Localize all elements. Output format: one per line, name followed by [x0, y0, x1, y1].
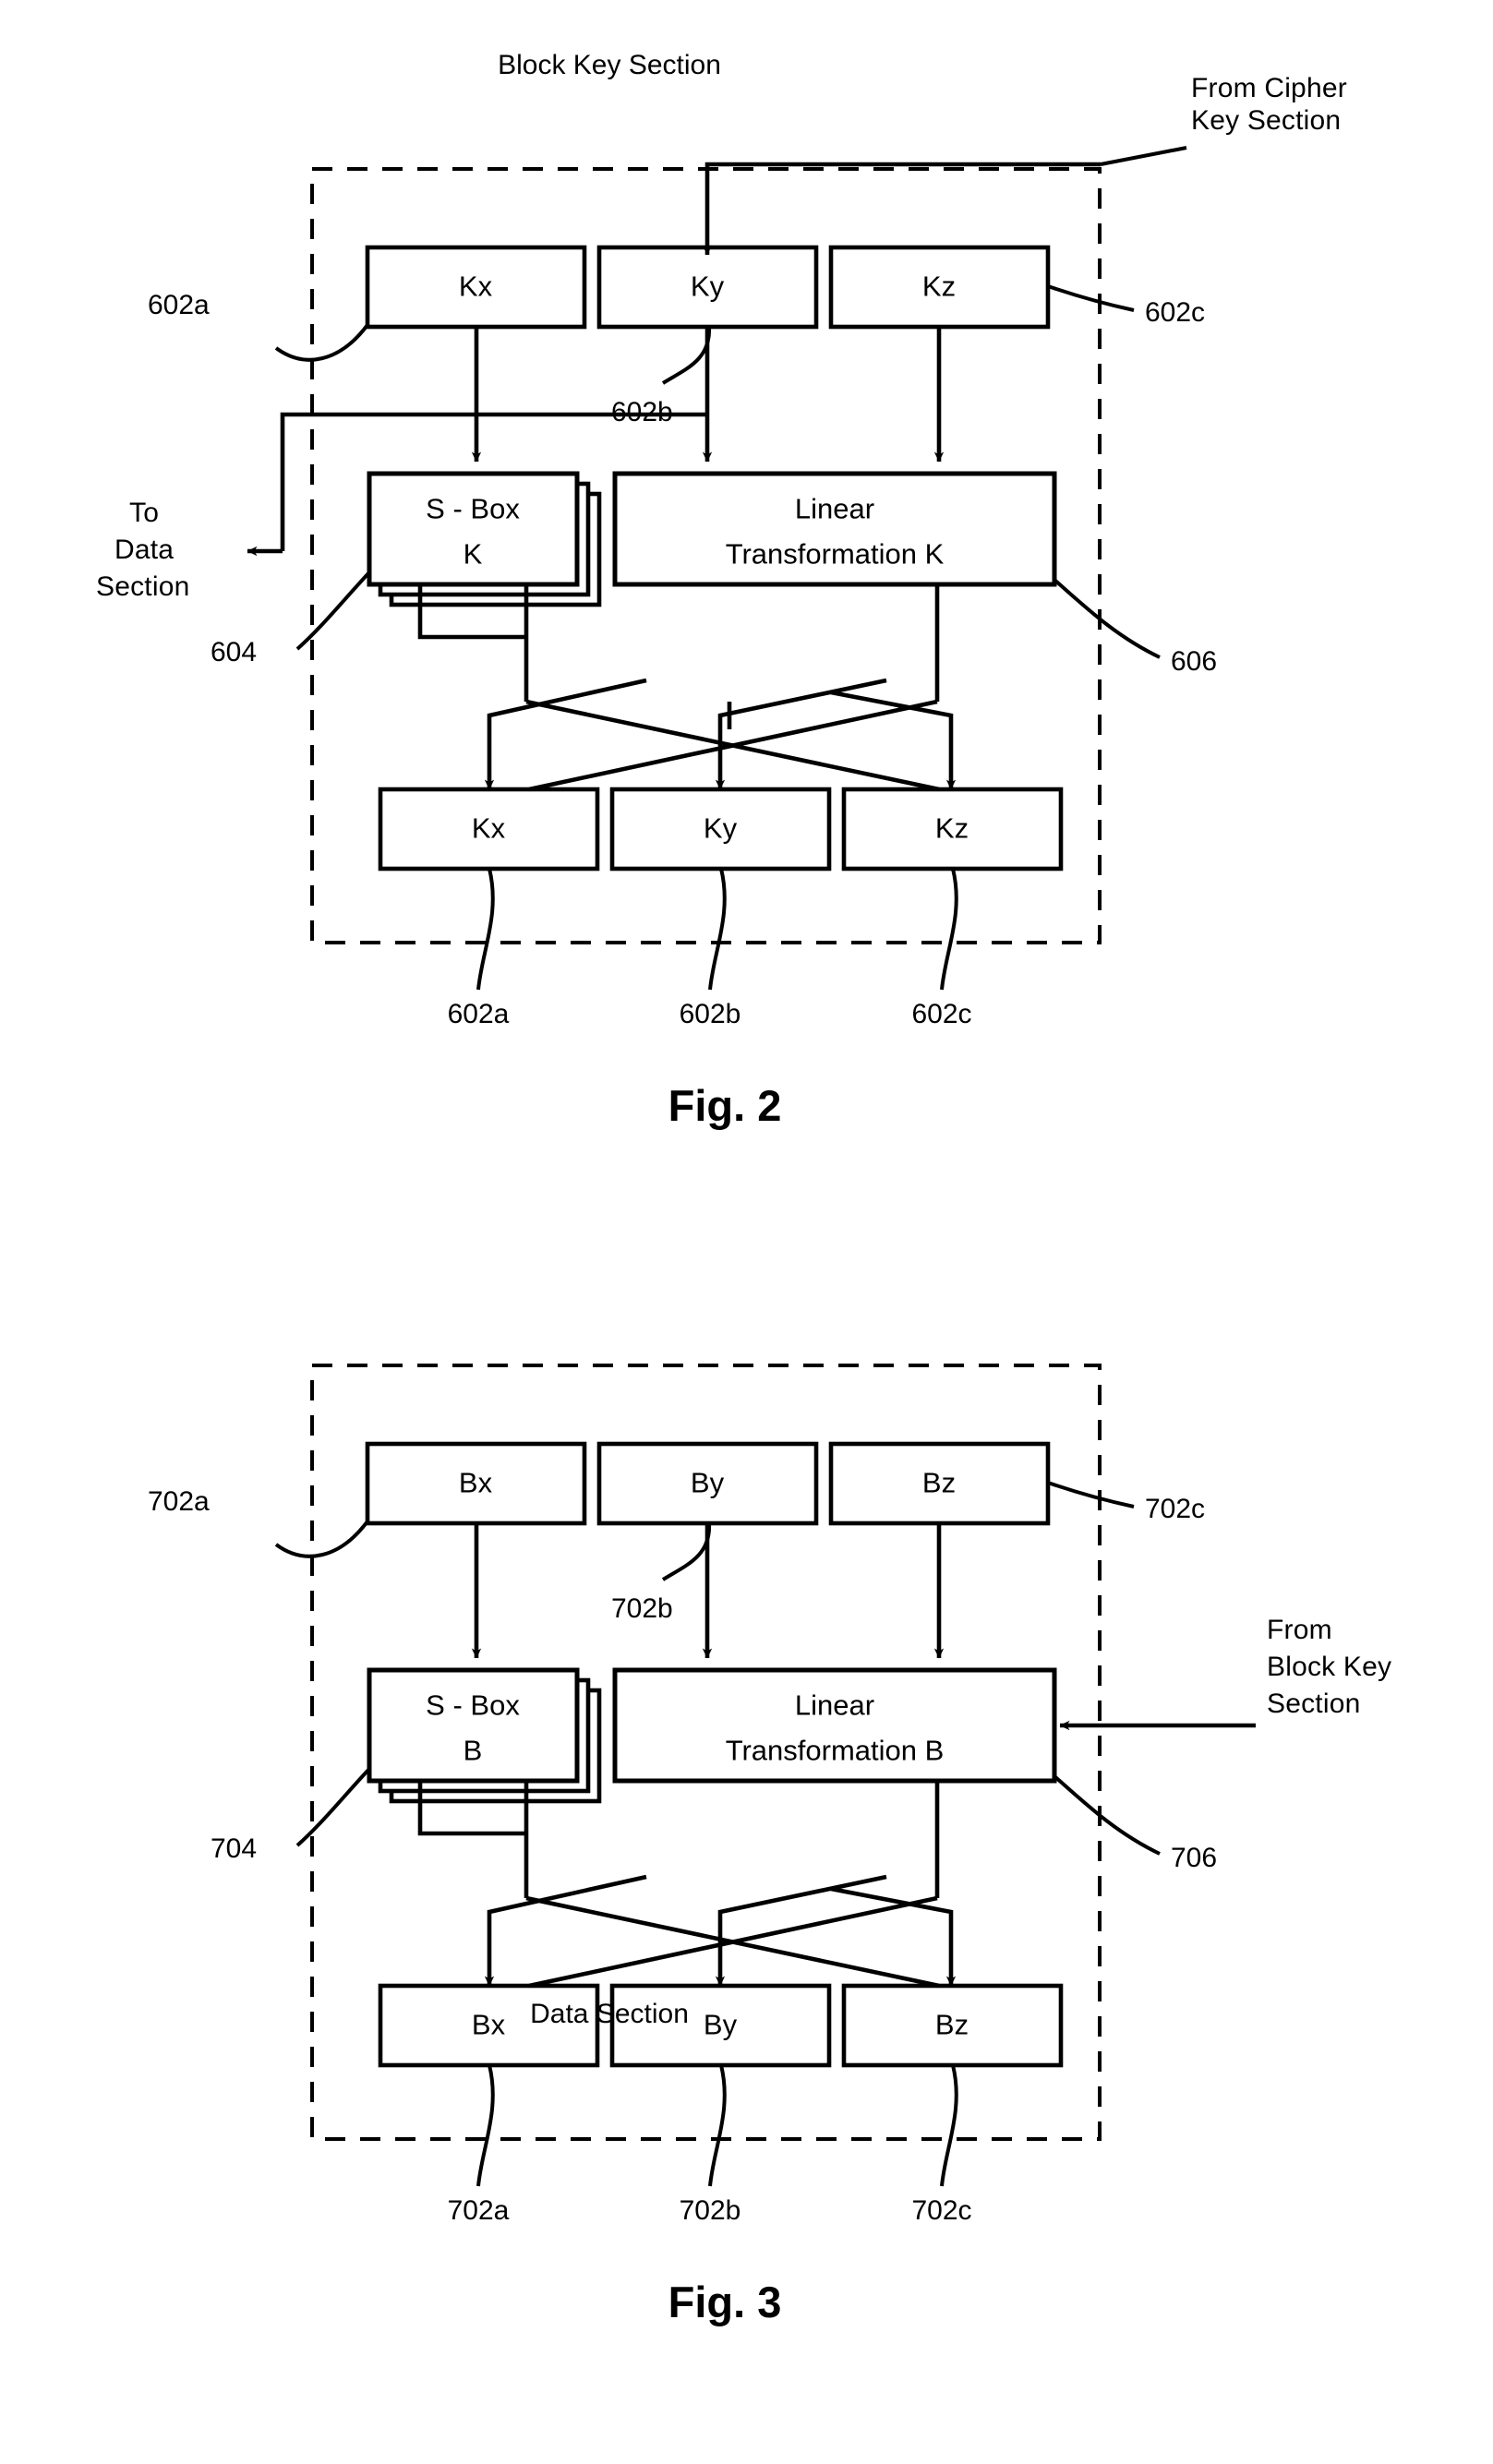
sbox-k-label-line1: S - Box [426, 492, 520, 525]
figure-3-caption: Fig. 3 [668, 2278, 782, 2326]
output-box-by-label: By [703, 2008, 738, 2041]
leader-out-b [708, 868, 727, 991]
figure-2-caption: Fig. 2 [668, 1081, 782, 1130]
leader-out-b-a [476, 2064, 495, 2187]
output-box-kz-label: Kz [934, 811, 969, 845]
leader-linear [1053, 578, 1161, 659]
ref-602a-bottom: 602a [447, 999, 510, 1029]
leader-out-b-c [940, 2064, 958, 2187]
output-box-bx-label: Bx [471, 2008, 506, 2041]
ref-602c-top: 602c [1145, 297, 1206, 328]
ref-702b-bottom: 702b [679, 2195, 741, 2226]
to-data-section-label-line3: Section [96, 571, 190, 602]
sbox-b-label-line2: B [463, 1734, 483, 1767]
leader-sbox-b [295, 1767, 371, 1847]
leader-in-b [661, 326, 712, 385]
input-box-ky-label: Ky [690, 270, 725, 303]
sbox-b-label-line1: S - Box [426, 1689, 520, 1722]
input-box-bx-label: Bx [458, 1466, 493, 1499]
leader-in-b-a [274, 1520, 369, 1558]
from-cipher-key-label-line2: Key Section [1191, 105, 1342, 136]
linear-transformation-k-label-line1: Linear [794, 492, 875, 525]
leader-linear-b [1053, 1774, 1161, 1856]
ref-602b-top: 602b [611, 397, 673, 427]
linear-transformation-b-label-line2: Transformation B [725, 1734, 945, 1767]
input-box-bz-label: Bz [921, 1466, 957, 1499]
to-data-section-label-line1: To [129, 498, 160, 528]
leader-from-cipher [1100, 146, 1187, 166]
figure-2-section-title: Block Key Section [498, 50, 721, 80]
ref-706: 706 [1171, 1843, 1218, 1873]
sbox-k-label-line2: K [463, 537, 483, 571]
leader-in-c [1047, 284, 1135, 312]
figure-2-drawing [247, 146, 1187, 991]
figure-3-section-title: Data Section [530, 1999, 689, 2029]
ref-702a-bottom: 702a [447, 2195, 510, 2226]
ref-602b-bottom: 602b [679, 999, 741, 1029]
ref-702c-top: 702c [1145, 1494, 1206, 1524]
input-box-kx-label: Kx [458, 270, 493, 303]
linear-transformation-k-label-line2: Transformation K [725, 537, 945, 571]
input-box-kz-label: Kz [921, 270, 957, 303]
ref-702a-top: 702a [148, 1486, 210, 1517]
feed-out-bz [830, 1886, 954, 1935]
from-cipher-key-line [704, 162, 1101, 233]
ref-702c-bottom: 702c [911, 2195, 972, 2226]
linear-transformation-b-label-line1: Linear [794, 1689, 875, 1722]
from-block-key-label-line2: Block Key [1267, 1652, 1392, 1682]
ref-602a-top: 602a [148, 290, 210, 320]
figure-3: Data Section From Block Key Section Bx B… [0, 1228, 1493, 2464]
ref-702b-top: 702b [611, 1593, 673, 1624]
leader-in-b-c [1047, 1481, 1135, 1508]
input-box-by-label: By [690, 1466, 725, 1499]
figure-2: Block Key Section From Cipher Key Sectio… [0, 0, 1493, 1191]
from-block-key-label-line3: Section [1267, 1689, 1361, 1719]
ref-602c-bottom: 602c [911, 999, 972, 1029]
ref-704: 704 [211, 1833, 258, 1864]
ref-606: 606 [1171, 646, 1218, 677]
to-data-section-label-line2: Data [114, 535, 175, 565]
patent-figure-page: Block Key Section From Cipher Key Sectio… [0, 0, 1493, 2464]
output-box-kx-label: Kx [471, 811, 506, 845]
from-cipher-key-label-line1: From Cipher [1191, 73, 1347, 103]
output-box-ky-label: Ky [703, 811, 738, 845]
leader-out-b-b [708, 2064, 727, 2187]
leader-out-a [476, 868, 495, 991]
output-box-bz-label: Bz [934, 2008, 969, 2041]
feed-out-kz [830, 690, 954, 739]
from-block-key-label-line1: From [1267, 1615, 1332, 1645]
leader-out-c [940, 868, 958, 991]
ref-604: 604 [211, 637, 258, 667]
leader-in-b-b [661, 1522, 712, 1581]
leader-in-a [274, 323, 369, 362]
leader-sbox [295, 571, 371, 651]
